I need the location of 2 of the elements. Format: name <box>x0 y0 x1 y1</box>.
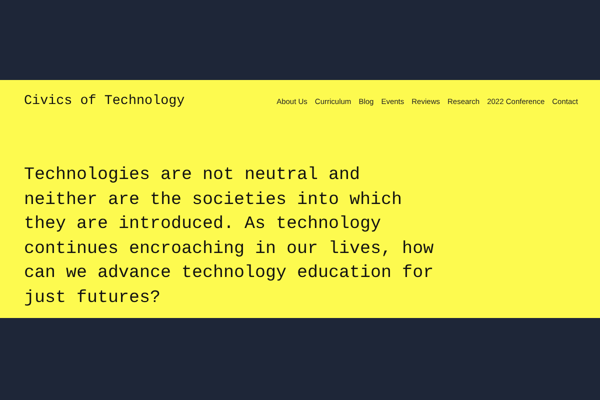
hero-text: Technologies are not neutral and neither are the societies into which they are introduced. As technology continues encroaching in our lives, how can we advance technology education for just futures? <box>24 164 435 310</box>
site-title[interactable]: Civics of Technology <box>24 94 185 108</box>
